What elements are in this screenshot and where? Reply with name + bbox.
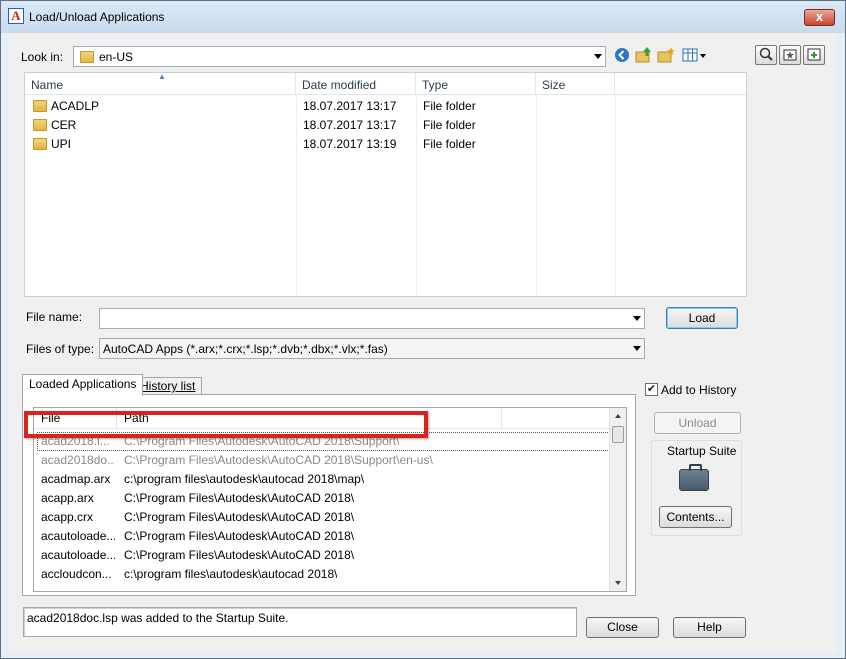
file-row[interactable]: UPI 18.07.2017 13:19 File folder bbox=[25, 135, 746, 154]
filetype-label: Files of type: bbox=[26, 342, 95, 356]
lookin-label: Look in: bbox=[21, 50, 64, 64]
file-name: CER bbox=[51, 118, 77, 132]
file-name: ACADLP bbox=[51, 99, 100, 113]
lookin-combo[interactable]: en-US bbox=[73, 46, 606, 67]
add-to-favorites-tools-icon[interactable] bbox=[803, 45, 825, 65]
title-bar[interactable]: A Load/Unload Applications x bbox=[1, 1, 845, 33]
window-title: Load/Unload Applications bbox=[29, 10, 165, 24]
chevron-down-icon[interactable] bbox=[633, 316, 641, 321]
autocad-app-icon: A bbox=[8, 8, 24, 24]
column-header-date[interactable]: Date modified bbox=[296, 73, 416, 95]
file-list[interactable]: Name ▲ Date modified Type Size ACADLP 18… bbox=[24, 72, 747, 297]
unload-button[interactable]: Unload bbox=[654, 412, 741, 434]
add-to-history-label: Add to History bbox=[661, 383, 737, 397]
app-row[interactable]: acapp.crx C:\Program Files\Autodesk\Auto… bbox=[34, 508, 612, 527]
app-file: acautoloade... bbox=[41, 529, 115, 543]
filetype-value: AutoCAD Apps (*.arx;*.crx;*.lsp;*.dvb;*.… bbox=[103, 342, 388, 356]
briefcase-icon bbox=[679, 464, 709, 491]
app-path: C:\Program Files\Autodesk\AutoCAD 2018\ bbox=[124, 491, 355, 505]
new-folder-icon[interactable] bbox=[657, 46, 675, 64]
file-type: File folder bbox=[423, 99, 476, 113]
close-button[interactable]: Close bbox=[586, 617, 659, 638]
file-list-header: Name ▲ Date modified Type Size bbox=[25, 72, 746, 95]
column-header-type[interactable]: Type bbox=[416, 73, 536, 95]
app-file: acapp.crx bbox=[41, 510, 94, 524]
filename-label: File name: bbox=[26, 310, 83, 324]
app-path: C:\Program Files\Autodesk\AutoCAD 2018\ bbox=[124, 510, 355, 524]
window-close-button[interactable]: x bbox=[804, 9, 835, 26]
folder-icon bbox=[80, 51, 94, 66]
chevron-down-icon bbox=[594, 54, 602, 59]
file-date: 18.07.2017 13:17 bbox=[303, 118, 397, 132]
app-file: acad2018do... bbox=[41, 453, 115, 467]
file-row[interactable]: CER 18.07.2017 13:17 File folder bbox=[25, 116, 746, 135]
dialog-body: Look in: en-US Name ▲ Date modified Type… bbox=[9, 33, 837, 653]
up-folder-icon[interactable] bbox=[635, 46, 653, 64]
filename-input[interactable] bbox=[99, 308, 645, 329]
app-row[interactable]: acad2018do... C:\Program Files\Autodesk\… bbox=[34, 451, 612, 470]
app-path: C:\Program Files\Autodesk\AutoCAD 2018\ bbox=[124, 529, 355, 543]
startup-suite-group: Startup Suite Contents... bbox=[651, 440, 742, 536]
help-button[interactable]: Help bbox=[673, 617, 746, 638]
app-file: accloudcon... bbox=[41, 567, 112, 581]
scroll-thumb[interactable] bbox=[612, 426, 624, 443]
column-header-name[interactable]: Name ▲ bbox=[25, 72, 296, 95]
file-date: 18.07.2017 13:17 bbox=[303, 99, 397, 113]
app-row[interactable]: acapp.arx C:\Program Files\Autodesk\Auto… bbox=[34, 489, 612, 508]
contents-button[interactable]: Contents... bbox=[659, 506, 732, 528]
file-type: File folder bbox=[423, 118, 476, 132]
app-row[interactable]: accloudcon... c:\program files\autodesk\… bbox=[34, 565, 612, 584]
add-to-history-checkbox[interactable]: ✔ bbox=[645, 383, 658, 396]
startup-suite-title: Startup Suite bbox=[667, 444, 737, 458]
highlight-annotation bbox=[24, 411, 428, 438]
find-icon[interactable] bbox=[755, 45, 777, 65]
file-name: UPI bbox=[51, 137, 72, 151]
sort-ascending-icon: ▲ bbox=[158, 72, 166, 81]
folder-icon bbox=[33, 137, 47, 156]
filetype-select[interactable]: AutoCAD Apps (*.arx;*.crx;*.lsp;*.dvb;*.… bbox=[99, 338, 645, 359]
app-path: c:\program files\autodesk\autocad 2018\ bbox=[124, 567, 338, 581]
app-file: acadmap.arx bbox=[41, 472, 111, 486]
app-path: C:\Program Files\Autodesk\AutoCAD 2018\ bbox=[124, 548, 355, 562]
scroll-down-icon[interactable] bbox=[615, 581, 621, 585]
load-button[interactable]: Load bbox=[666, 307, 738, 329]
tab-loaded-applications[interactable]: Loaded Applications bbox=[22, 374, 144, 396]
back-icon[interactable] bbox=[613, 47, 631, 65]
app-file: acapp.arx bbox=[41, 491, 94, 505]
file-row[interactable]: ACADLP 18.07.2017 13:17 File folder bbox=[25, 97, 746, 116]
views-menu-icon[interactable] bbox=[682, 46, 708, 64]
dialog-window: A Load/Unload Applications x Look in: en… bbox=[0, 0, 846, 659]
apps-list-scrollbar[interactable] bbox=[609, 408, 626, 591]
column-header-size[interactable]: Size bbox=[536, 73, 615, 95]
app-row[interactable]: acautoloade... C:\Program Files\Autodesk… bbox=[34, 527, 612, 546]
file-type: File folder bbox=[423, 137, 476, 151]
app-row[interactable]: acadmap.arx c:\program files\autodesk\au… bbox=[34, 470, 612, 489]
scroll-up-icon[interactable] bbox=[615, 414, 621, 418]
lookin-value: en-US bbox=[99, 50, 134, 64]
app-row[interactable]: acautoloade... C:\Program Files\Autodesk… bbox=[34, 546, 612, 565]
app-file: acautoloade... bbox=[41, 548, 115, 562]
app-path: c:\program files\autodesk\autocad 2018\m… bbox=[124, 472, 365, 486]
chevron-down-icon bbox=[633, 346, 641, 351]
file-date: 18.07.2017 13:19 bbox=[303, 137, 397, 151]
add-to-favorites-icon[interactable] bbox=[779, 45, 801, 65]
status-message: acad2018doc.lsp was added to the Startup… bbox=[23, 607, 577, 637]
app-path: C:\Program Files\Autodesk\AutoCAD 2018\S… bbox=[124, 453, 433, 467]
